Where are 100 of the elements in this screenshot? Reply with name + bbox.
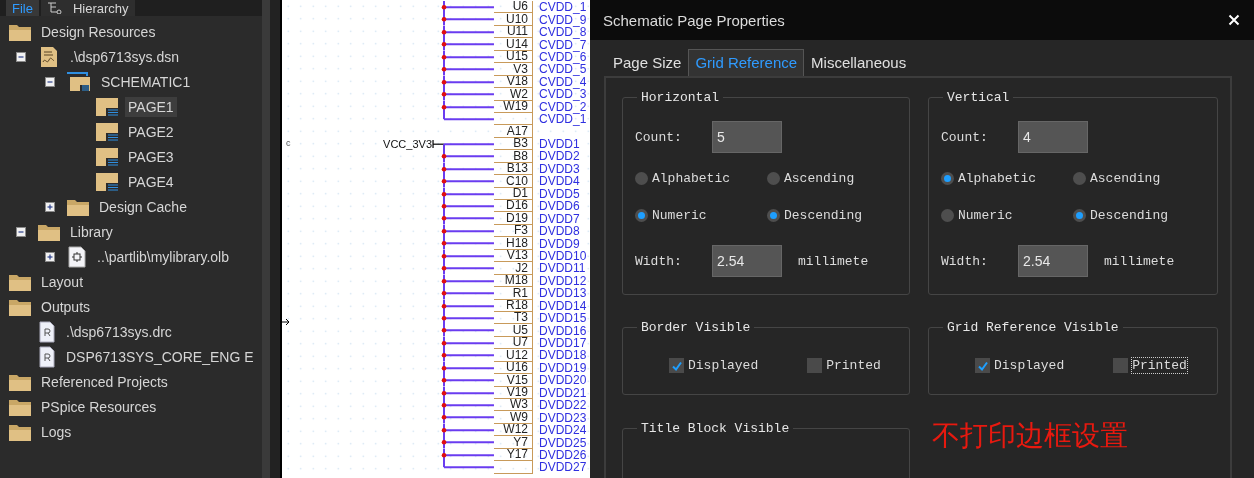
pin-number: B3 bbox=[513, 137, 528, 150]
collapse-icon[interactable] bbox=[45, 76, 55, 87]
checkbox[interactable] bbox=[1113, 358, 1129, 374]
width-field[interactable]: 2.54 bbox=[1018, 245, 1088, 277]
report-file-icon bbox=[37, 345, 57, 368]
radio-button[interactable] bbox=[941, 172, 954, 185]
checkbox[interactable] bbox=[669, 358, 684, 374]
pin-number: W12 bbox=[503, 423, 528, 436]
pin-name: DVDD2 bbox=[539, 150, 580, 163]
pin-name: DVDD4 bbox=[539, 175, 580, 188]
count-field[interactable]: 4 bbox=[1018, 121, 1088, 153]
tree-item[interactable]: DSP6713SYS_CORE_ENG E bbox=[63, 346, 257, 367]
pin-name: DVDD25 bbox=[539, 436, 587, 449]
pin-number: W9 bbox=[510, 410, 528, 423]
width-field[interactable]: 2.54 bbox=[712, 245, 782, 277]
tree-item[interactable]: Design Resources bbox=[38, 21, 159, 42]
tree-item[interactable]: Logs bbox=[38, 421, 75, 442]
pin-number: U15 bbox=[506, 50, 528, 63]
pin-name: DVDD10 bbox=[539, 249, 587, 262]
page-icon bbox=[95, 146, 119, 167]
tree-item[interactable]: ..\partlib\mylibrary.olb bbox=[94, 246, 232, 267]
pin-number: B13 bbox=[506, 162, 528, 175]
pin-name: DVDD3 bbox=[539, 162, 580, 175]
tree-item[interactable]: PAGE1 bbox=[125, 96, 177, 117]
pin-number: D1 bbox=[512, 187, 528, 199]
tree-item[interactable]: Referenced Projects bbox=[38, 371, 171, 392]
pin-name: DVDD16 bbox=[539, 324, 587, 337]
pin-name: DVDD21 bbox=[539, 386, 587, 399]
radio-button[interactable] bbox=[1073, 209, 1086, 222]
radio-button[interactable] bbox=[635, 172, 648, 185]
radio-button[interactable] bbox=[767, 209, 780, 222]
field-label: Count: bbox=[635, 129, 683, 145]
tree-item[interactable]: Design Cache bbox=[96, 196, 190, 217]
radio-label: Descending bbox=[1090, 208, 1168, 223]
pin-name: DVDD22 bbox=[539, 399, 587, 412]
pin-number: A17 bbox=[506, 124, 528, 137]
tree-item[interactable]: SCHEMATIC1 bbox=[98, 71, 194, 92]
unit-label: millimete bbox=[1104, 253, 1175, 269]
pin-name: DVDD23 bbox=[539, 411, 587, 424]
count-field[interactable]: 5 bbox=[712, 121, 782, 153]
pin-number: R1 bbox=[512, 286, 528, 299]
group-title: Title Block Visible bbox=[641, 420, 790, 436]
checkbox[interactable] bbox=[807, 358, 823, 374]
radio-button[interactable] bbox=[941, 209, 954, 222]
pin-number: U6 bbox=[512, 0, 528, 13]
expand-icon[interactable] bbox=[45, 251, 55, 262]
tree-item[interactable]: PAGE2 bbox=[125, 121, 177, 142]
pin-number: M18 bbox=[504, 274, 528, 287]
panel-tab[interactable]: Hierarchy bbox=[40, 0, 135, 16]
radio-label: Numeric bbox=[958, 208, 1013, 223]
checkbox[interactable] bbox=[975, 358, 990, 374]
pin-number: J2 bbox=[515, 261, 528, 274]
pin-name: DVDD12 bbox=[539, 274, 587, 287]
radio-button[interactable] bbox=[635, 209, 648, 222]
pin-number: U5 bbox=[512, 323, 528, 336]
collapse-icon[interactable] bbox=[16, 226, 26, 237]
pin-number: U14 bbox=[506, 37, 528, 50]
tree-item[interactable]: PAGE3 bbox=[125, 146, 177, 167]
page-icon bbox=[95, 121, 119, 142]
dialog-tab[interactable]: Page Size bbox=[606, 49, 689, 76]
pin-name: DVDD8 bbox=[539, 225, 580, 238]
field-label: Width: bbox=[941, 253, 989, 269]
radio-button[interactable] bbox=[1073, 172, 1086, 185]
page-icon bbox=[95, 171, 119, 192]
expand-icon[interactable] bbox=[45, 201, 55, 212]
checkbox-label: Printed bbox=[825, 357, 882, 375]
dialog-tab[interactable]: Grid Reference bbox=[688, 49, 805, 76]
pin-name: DVDD9 bbox=[539, 237, 580, 250]
pin-name: DVDD14 bbox=[539, 299, 587, 312]
tree-item[interactable]: PSpice Resources bbox=[38, 396, 160, 417]
tree-item[interactable]: Outputs bbox=[38, 296, 94, 317]
tree-item[interactable]: .\dsp6713sys.drc bbox=[63, 321, 175, 342]
close-icon[interactable] bbox=[1228, 14, 1240, 26]
tree-item[interactable]: Library bbox=[67, 221, 116, 242]
pin-number: H18 bbox=[506, 236, 528, 249]
pin-number: U7 bbox=[512, 336, 528, 349]
dialog-title: Schematic Page Properties bbox=[603, 11, 785, 29]
pin-name: CVDD_6 bbox=[539, 50, 587, 63]
pin-name: CVDD_7 bbox=[539, 38, 587, 51]
pin-name: CVDD_8 bbox=[539, 26, 587, 39]
pin-name: DVDD26 bbox=[539, 448, 587, 461]
pin-number: Y17 bbox=[506, 448, 528, 461]
radio-label: Ascending bbox=[1090, 171, 1161, 186]
field-label: Count: bbox=[941, 129, 989, 145]
radio-button[interactable] bbox=[767, 172, 780, 185]
collapse-icon[interactable] bbox=[16, 51, 26, 62]
radio-label: Ascending bbox=[784, 171, 855, 186]
pin-number: U16 bbox=[506, 361, 528, 374]
group-title: Grid Reference Visible bbox=[947, 320, 1119, 336]
pin-name: CVDD_3 bbox=[539, 88, 587, 101]
pin-number: R18 bbox=[506, 298, 528, 311]
dialog-tab[interactable]: Miscellaneous bbox=[804, 49, 914, 76]
tree-item[interactable]: PAGE4 bbox=[125, 171, 177, 192]
pin-name: DVDD19 bbox=[539, 361, 587, 374]
checkbox-label: Displayed bbox=[993, 357, 1066, 375]
panel-tab[interactable]: File bbox=[6, 0, 39, 16]
tree-item[interactable]: Layout bbox=[38, 271, 87, 292]
pin-name: DVDD27 bbox=[539, 461, 587, 474]
tree-item[interactable]: .\dsp6713sys.dsn bbox=[67, 46, 182, 67]
pin-number: T3 bbox=[514, 311, 528, 324]
